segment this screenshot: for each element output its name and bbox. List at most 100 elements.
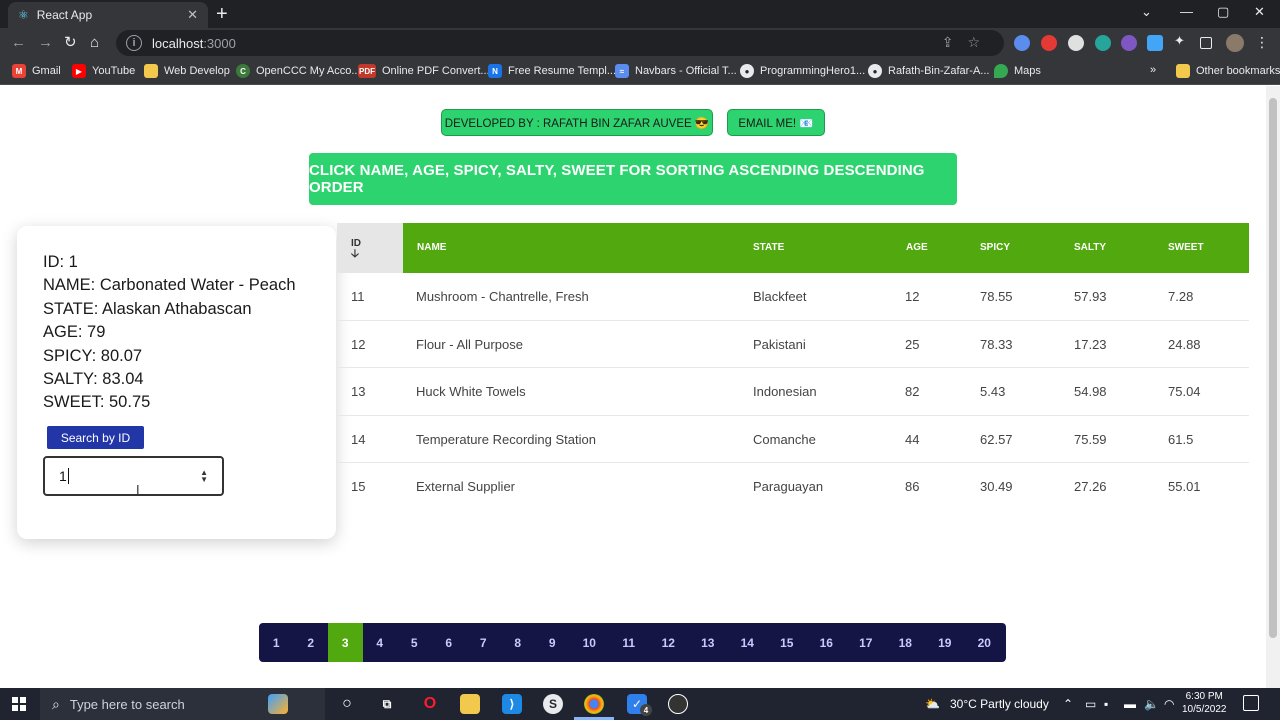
weather-text[interactable]: 30°C Partly cloudy	[950, 697, 1049, 711]
cell-age: 86	[905, 479, 920, 495]
page-button-15[interactable]: 15	[767, 623, 807, 662]
search-by-id-button[interactable]: Search by ID	[47, 426, 144, 449]
window-close-icon[interactable]: ✕	[1254, 4, 1265, 20]
extension-icon[interactable]	[1041, 35, 1057, 51]
site-info-icon[interactable]: i	[126, 35, 142, 51]
page-button-14[interactable]: 14	[728, 623, 768, 662]
column-header-sweet[interactable]: SWEET	[1168, 242, 1204, 253]
page-button-12[interactable]: 12	[649, 623, 689, 662]
number-stepper-icon[interactable]: ▲ ▼	[200, 469, 208, 484]
page-button-8[interactable]: 8	[501, 623, 536, 662]
close-tab-icon[interactable]: ✕	[187, 7, 198, 23]
vscode-icon[interactable]: ⟩	[502, 694, 522, 714]
page-button-4[interactable]: 4	[363, 623, 398, 662]
puzzle-icon[interactable]: ✦	[1174, 33, 1190, 49]
id-number-input[interactable]: 1 ▲ ▼	[43, 456, 224, 496]
page-button-16[interactable]: 16	[807, 623, 847, 662]
folder-icon	[144, 64, 158, 78]
extension-icon[interactable]	[1068, 35, 1084, 51]
back-icon[interactable]: ←	[11, 34, 26, 52]
bookmark-maps[interactable]: Maps	[994, 64, 1041, 78]
side-panel-icon[interactable]	[1200, 37, 1212, 49]
windows-start-icon[interactable]	[12, 697, 26, 711]
page-button-10[interactable]: 10	[570, 623, 610, 662]
page-button-7[interactable]: 7	[466, 623, 501, 662]
navbars-icon: ≈	[615, 64, 629, 78]
profile-avatar[interactable]	[1226, 34, 1244, 52]
address-bar[interactable]: i localhost:3000 ⇪☆	[116, 30, 1004, 56]
reload-icon[interactable]: ↻	[64, 34, 77, 52]
page-button-17[interactable]: 17	[846, 623, 886, 662]
forward-icon[interactable]: →	[38, 34, 53, 52]
bookmark-youtube[interactable]: ▶ YouTube	[72, 64, 135, 78]
page-button-2[interactable]: 2	[294, 623, 329, 662]
cell-age: 12	[905, 289, 920, 304]
tab-search-icon[interactable]: ⌄	[1141, 4, 1152, 20]
bookmarks-overflow-icon[interactable]: »	[1150, 64, 1156, 76]
extension-icon[interactable]	[1147, 35, 1163, 51]
page-button-20[interactable]: 20	[965, 623, 1005, 662]
column-header-age[interactable]: AGE	[906, 242, 928, 253]
volume-icon[interactable]: 🔈	[1144, 697, 1159, 711]
system-clock[interactable]: 6:30 PM 10/5/2022	[1182, 690, 1227, 716]
column-header-id[interactable]: ID 🡣	[337, 223, 403, 273]
extension-icon[interactable]	[1014, 35, 1030, 51]
page-button-9[interactable]: 9	[535, 623, 570, 662]
chrome-icon[interactable]	[584, 694, 604, 714]
bookmark-openccc[interactable]: C OpenCCC My Acco...	[236, 64, 361, 78]
menu-icon[interactable]: ⋮	[1255, 34, 1269, 51]
detail-state: STATE: Alaskan Athabascan	[43, 299, 252, 318]
page-button-18[interactable]: 18	[886, 623, 926, 662]
cell-sweet: 61.5	[1168, 431, 1194, 447]
page-button-19[interactable]: 19	[925, 623, 965, 662]
weather-icon[interactable]: ⛅	[925, 697, 940, 711]
battery-icon[interactable]: ▬	[1124, 697, 1136, 711]
developed-by-button[interactable]: DEVELOPED BY : RAFATH BIN ZAFAR AUVEE 😎	[441, 109, 713, 136]
other-bookmarks[interactable]: Other bookmarks	[1176, 64, 1280, 78]
bookmark-programminghero[interactable]: ● ProgrammingHero1...	[740, 64, 865, 78]
openccc-icon: C	[236, 64, 250, 78]
notification-center-icon[interactable]	[1243, 695, 1259, 711]
page-button-5[interactable]: 5	[397, 623, 432, 662]
page-button-13[interactable]: 13	[688, 623, 728, 662]
extension-icon[interactable]	[1095, 35, 1111, 51]
page-button-11[interactable]: 11	[609, 623, 649, 662]
browser-tab[interactable]: ⚛ React App ✕	[8, 2, 208, 28]
new-tab-icon[interactable]: +	[216, 3, 228, 25]
bookmark-gmail[interactable]: M Gmail	[12, 64, 61, 78]
show-hidden-icons-icon[interactable]: ⌃	[1063, 697, 1073, 711]
file-explorer-icon[interactable]	[460, 694, 480, 714]
bookmark-pdf[interactable]: PDF Online PDF Convert...	[358, 64, 490, 78]
bookmark-web-develop[interactable]: Web Develop	[144, 64, 230, 78]
extension-icon[interactable]	[1121, 35, 1137, 51]
minimize-icon[interactable]: —	[1180, 4, 1193, 19]
usb-icon[interactable]: ▪	[1104, 697, 1108, 711]
table-header: ID 🡣 NAME STATE AGE SPICY SALTY SWEET	[337, 223, 1249, 273]
detail-salty: SALTY: 83.04	[43, 370, 144, 389]
task-view-icon[interactable]: ⧉	[377, 694, 397, 714]
obs-icon[interactable]	[668, 694, 688, 714]
opera-icon[interactable]: O	[420, 694, 440, 714]
bookmark-resume[interactable]: N Free Resume Templ...	[488, 64, 616, 78]
meet-now-icon[interactable]: ▭	[1085, 697, 1096, 711]
maximize-icon[interactable]: ▢	[1217, 4, 1229, 20]
column-header-spicy[interactable]: SPICY	[980, 242, 1010, 253]
home-icon[interactable]: ⌂	[90, 34, 99, 52]
search-icon: ⌕	[52, 695, 60, 712]
search-highlight-icon[interactable]	[268, 694, 288, 714]
share-and-star-icons[interactable]: ⇪☆	[942, 34, 994, 51]
email-me-button[interactable]: EMAIL ME! 📧	[727, 109, 825, 136]
column-header-salty[interactable]: SALTY	[1074, 242, 1106, 253]
page-scrollbar[interactable]	[1266, 86, 1280, 688]
bookmark-navbars[interactable]: ≈ Navbars - Official T...	[615, 64, 737, 78]
page-button-3[interactable]: 3	[328, 623, 363, 662]
app-s-icon[interactable]: S	[543, 694, 563, 714]
wifi-icon[interactable]: ◠	[1164, 697, 1174, 711]
scrollbar-thumb[interactable]	[1269, 98, 1277, 638]
page-button-6[interactable]: 6	[432, 623, 467, 662]
column-header-name[interactable]: NAME	[417, 242, 446, 253]
cortana-icon[interactable]: ○	[337, 694, 357, 714]
bookmark-rafath[interactable]: ● Rafath-Bin-Zafar-A...	[868, 64, 989, 78]
page-button-1[interactable]: 1	[259, 623, 294, 662]
windows-taskbar: ⌕ Type here to search ○ ⧉ O ⟩ S ✓ 4 ⛅ 30…	[0, 688, 1280, 720]
